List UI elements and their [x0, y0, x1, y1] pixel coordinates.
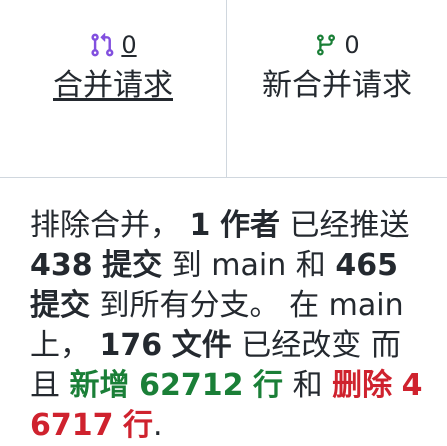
pr-stats-section: 0 合并请求 0 新合并请求: [0, 0, 447, 178]
summary-text: 在: [289, 288, 320, 323]
git-branch-icon: [314, 30, 338, 60]
summary-text: 到: [171, 248, 202, 283]
commits-label: 提交: [102, 248, 163, 283]
summary-text: 已经推送: [289, 208, 410, 243]
authors-count: 1: [189, 208, 211, 243]
summary-text: 已经改变: [241, 328, 362, 363]
new-prs-stat: 0 新合并请求: [227, 28, 447, 104]
commit-summary: 排除合并， 1 作者 已经推送 438 提交 到 main 和 465 提交 到…: [30, 206, 430, 446]
additions-lines-label: 行: [253, 368, 284, 403]
summary-text: 上，: [30, 328, 90, 363]
branch-name: main: [211, 248, 287, 283]
files-count: 176: [99, 328, 163, 363]
commits-label: 提交: [30, 288, 90, 323]
new-prs-count: 0: [344, 31, 360, 59]
summary-text: 和: [292, 368, 323, 403]
summary-text: 到所有分支。: [99, 288, 280, 323]
pulse-panel: 0 合并请求 0 新合并请求 排除合并， 1 作者 已经推送 438 提交 到 …: [0, 0, 447, 443]
branch-name: main: [328, 288, 404, 323]
summary-text: 和: [295, 248, 326, 283]
commits-all-count: 465: [335, 248, 398, 283]
merged-prs-count[interactable]: 0: [121, 28, 136, 62]
additions-label: 新增: [69, 368, 130, 403]
merged-prs-label[interactable]: 合并请求: [0, 68, 226, 104]
git-pull-request-icon: [89, 30, 115, 60]
deletions-lines-label: 行: [123, 408, 154, 443]
commits-main-count: 438: [30, 248, 93, 283]
authors-label: 作者: [219, 208, 280, 243]
summary-text: 排除合并，: [30, 208, 180, 243]
summary-end: .: [153, 408, 163, 443]
additions-count: 62712: [139, 368, 244, 403]
files-label: 文件: [171, 328, 232, 363]
deletions-label: 删除: [332, 368, 393, 403]
merged-prs-stat: 0 合并请求: [0, 28, 226, 104]
new-prs-label: 新合并请求: [262, 68, 412, 103]
